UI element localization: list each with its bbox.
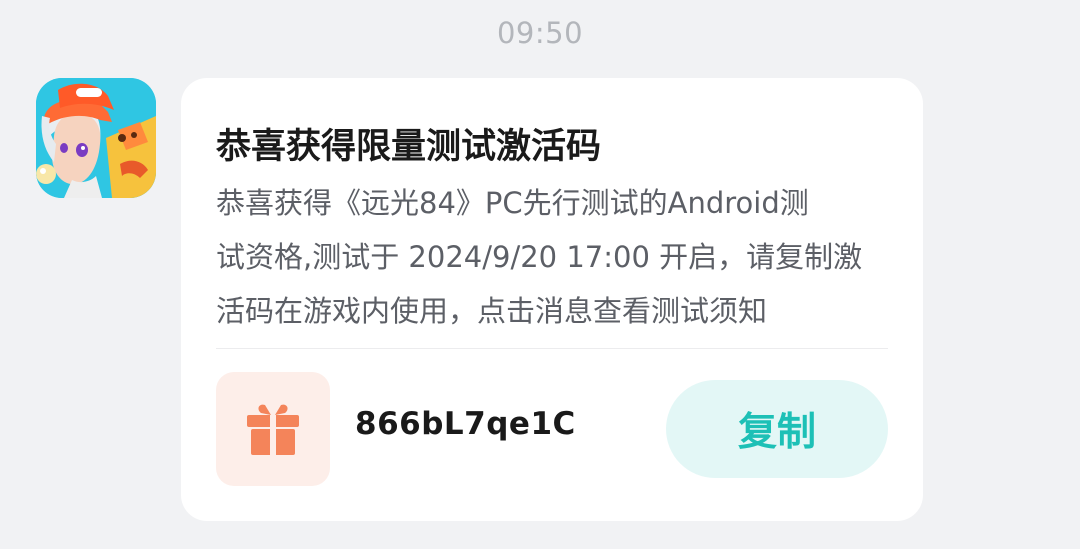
- sender-avatar[interactable]: [36, 78, 156, 198]
- message-card[interactable]: 恭喜获得限量测试激活码 恭喜获得《远光84》PC先行测试的Android测 试资…: [181, 78, 923, 521]
- message-body-line: 试资格,测试于 2024/9/20 17:00 开启，请复制激: [216, 240, 863, 274]
- gift-icon-container: [216, 372, 330, 486]
- message-timestamp: 09:50: [496, 16, 584, 50]
- message-body-line: 活码在游戏内使用，点击消息查看测试须知: [216, 294, 768, 328]
- message-body-line: 恭喜获得《远光84》PC先行测试的Android测: [216, 186, 809, 220]
- game-character-avatar-icon: [36, 78, 156, 198]
- card-divider: [216, 348, 888, 349]
- message-title: 恭喜获得限量测试激活码: [216, 127, 602, 167]
- copy-button[interactable]: 复制: [666, 380, 888, 478]
- message-body: 恭喜获得《远光84》PC先行测试的Android测 试资格,测试于 2024/9…: [216, 176, 896, 338]
- gift-icon: [247, 404, 299, 455]
- activation-code: 866bL7qe1C: [355, 406, 576, 442]
